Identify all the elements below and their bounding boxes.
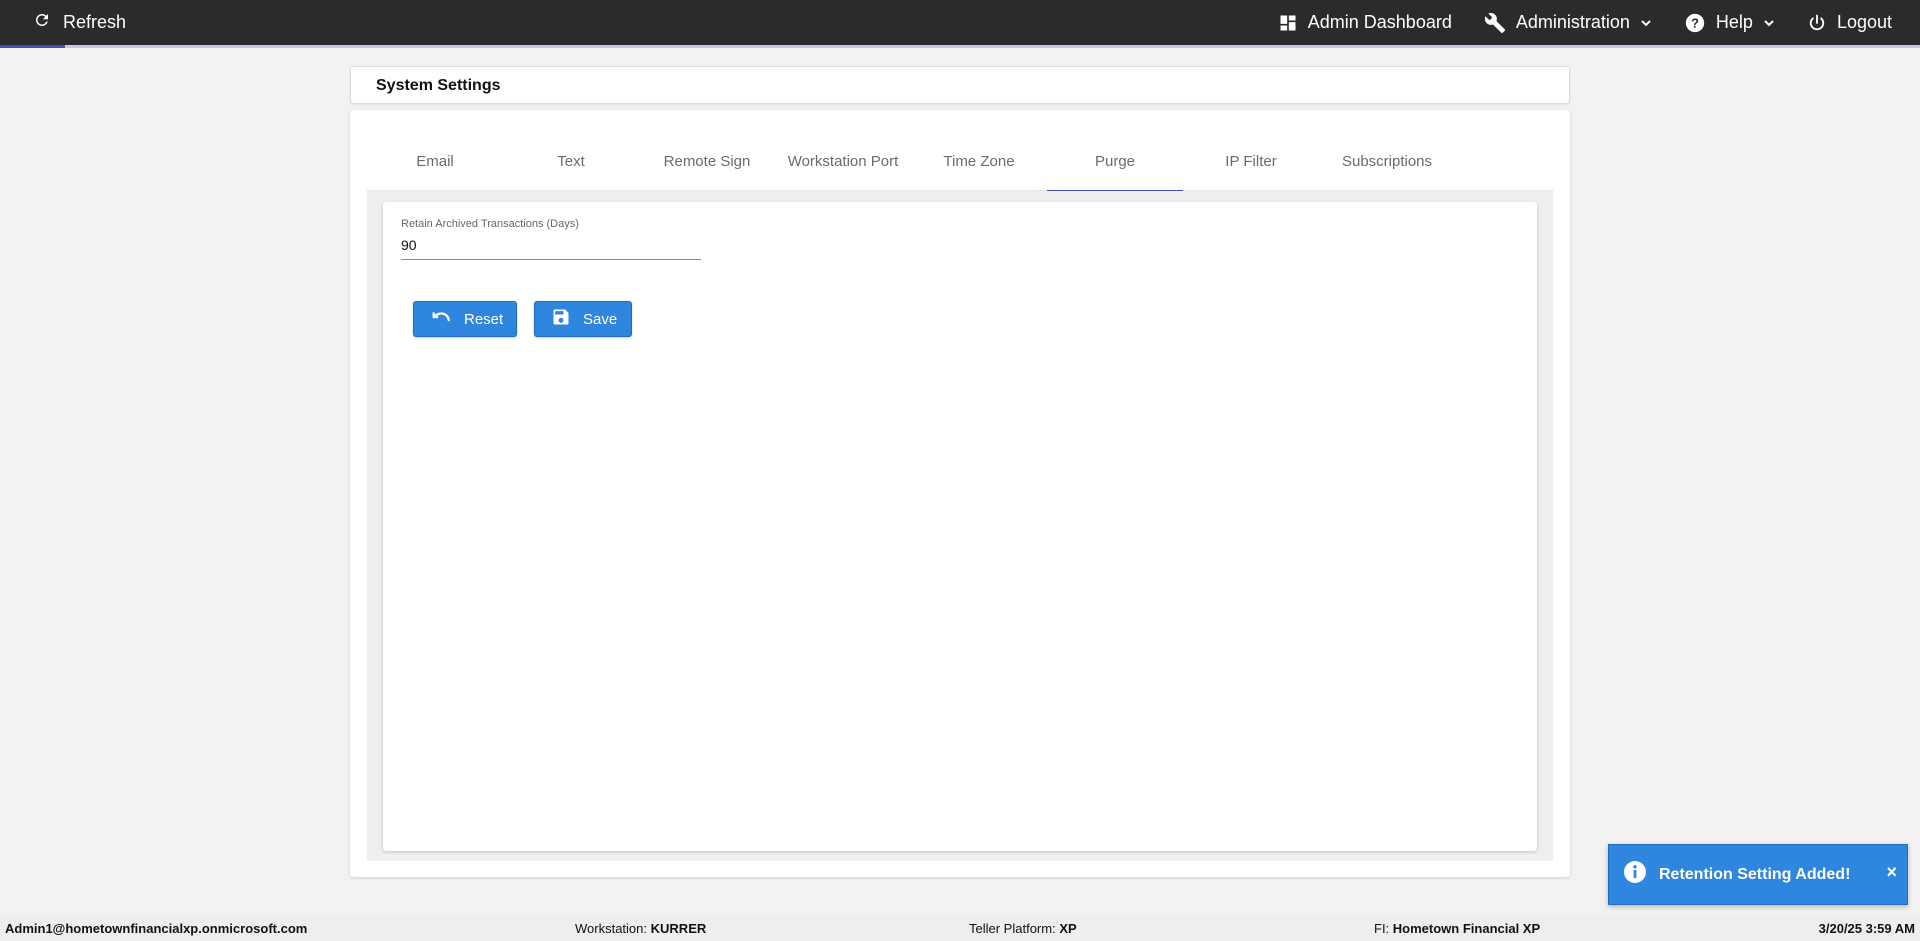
footer-datetime: 3/20/25 3:59 AM	[1818, 921, 1915, 936]
purge-form-card: Retain Archived Transactions (Days) Rese…	[383, 202, 1537, 851]
loading-progress-fill	[0, 45, 66, 48]
chevron-down-icon	[1763, 17, 1775, 29]
top-nav: Admin Dashboard Administration ? Help Lo…	[1246, 0, 1892, 45]
toast-message: Retention Setting Added!	[1659, 865, 1851, 883]
admin-dashboard-label: Admin Dashboard	[1307, 12, 1452, 32]
page-header: System Settings	[350, 66, 1570, 104]
page-title: System Settings	[376, 77, 501, 94]
help-label: Help	[1715, 12, 1753, 32]
administration-label: Administration	[1515, 12, 1630, 32]
tab-text[interactable]: Text	[503, 132, 639, 191]
footer-teller-platform: Teller Platform: XP	[969, 921, 1077, 936]
chevron-down-icon	[1640, 17, 1652, 29]
tab-time-zone[interactable]: Time Zone	[911, 132, 1047, 191]
save-label: Save	[583, 310, 618, 328]
svg-text:?: ?	[1691, 15, 1699, 30]
purge-tab-content: Retain Archived Transactions (Days) Rese…	[367, 191, 1553, 861]
tab-purge[interactable]: Purge	[1047, 132, 1183, 192]
refresh-button[interactable]: Refresh	[33, 0, 126, 45]
tab-workstation-port[interactable]: Workstation Port	[775, 132, 911, 191]
administration-menu[interactable]: Administration	[1484, 12, 1652, 34]
top-bar: Refresh Admin Dashboard Administration ?…	[0, 0, 1920, 48]
retain-days-field: Retain Archived Transactions (Days)	[401, 218, 701, 260]
footer-user: Admin1@hometownfinancialxp.onmicrosoft.c…	[5, 921, 308, 936]
refresh-label: Refresh	[63, 12, 127, 32]
footer-fi: FI: Hometown Financial XP	[1374, 921, 1541, 936]
retain-days-label: Retain Archived Transactions (Days)	[401, 218, 579, 230]
reset-label: Reset	[464, 310, 504, 328]
floppy-disk-icon	[551, 307, 571, 331]
power-icon	[1807, 13, 1827, 33]
save-button[interactable]: Save	[534, 301, 632, 337]
loading-progress-bar	[0, 45, 1920, 48]
help-icon: ?	[1684, 12, 1706, 34]
logout-button[interactable]: Logout	[1807, 12, 1892, 33]
toast-notification: Retention Setting Added! ×	[1608, 844, 1908, 905]
info-icon	[1623, 860, 1647, 889]
toast-close-button[interactable]: ×	[1886, 863, 1897, 881]
admin-dashboard-link[interactable]: Admin Dashboard	[1278, 12, 1452, 33]
help-menu[interactable]: ? Help	[1684, 12, 1775, 34]
settings-tabs: Email Text Remote Sign Workstation Port …	[367, 132, 1553, 192]
tab-ip-filter[interactable]: IP Filter	[1183, 132, 1319, 191]
dashboard-icon	[1278, 13, 1298, 33]
status-footer: Admin1@hometownfinancialxp.onmicrosoft.c…	[0, 914, 1920, 941]
undo-icon	[430, 309, 452, 329]
tab-subscriptions[interactable]: Subscriptions	[1319, 132, 1455, 191]
logout-label: Logout	[1836, 12, 1892, 32]
tab-email[interactable]: Email	[367, 132, 503, 191]
wrench-icon	[1484, 12, 1506, 34]
footer-workstation: Workstation: KURRER	[575, 921, 707, 936]
refresh-icon	[33, 11, 51, 34]
settings-panel: Email Text Remote Sign Workstation Port …	[350, 110, 1570, 877]
reset-button[interactable]: Reset	[413, 301, 517, 337]
tab-remote-sign[interactable]: Remote Sign	[639, 132, 775, 191]
retain-days-input[interactable]	[401, 235, 701, 260]
